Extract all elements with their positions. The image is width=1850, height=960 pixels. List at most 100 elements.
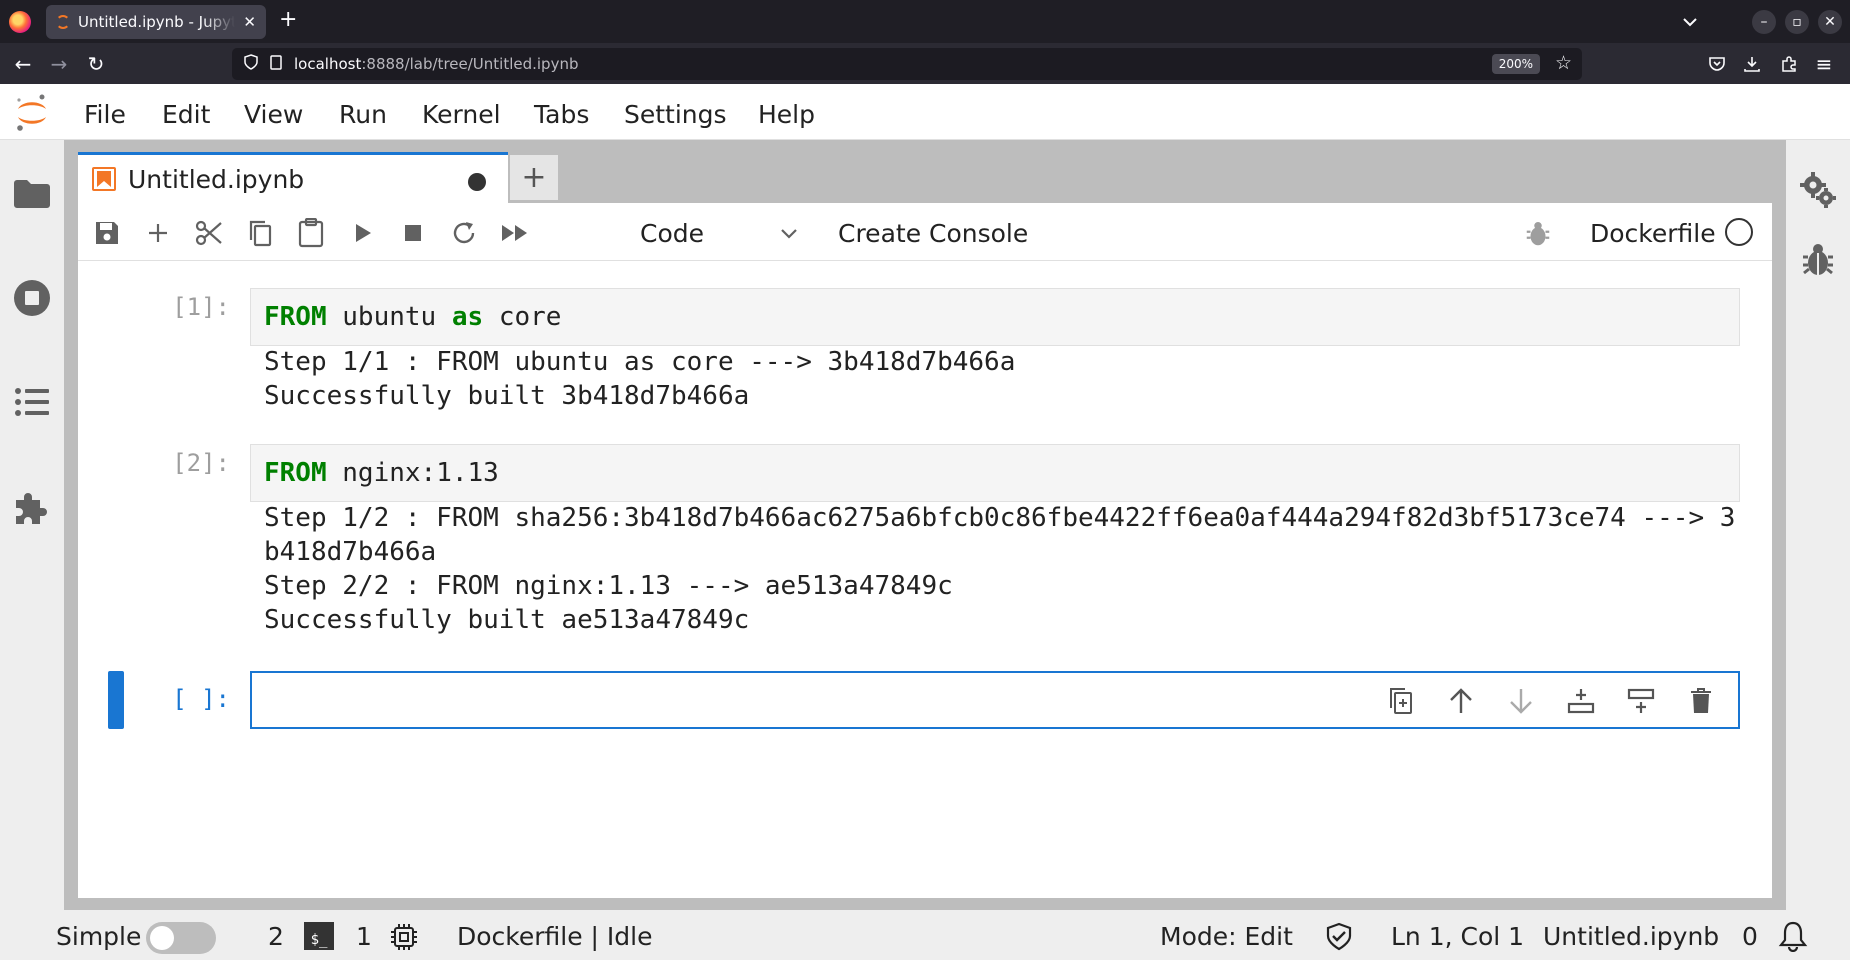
close-window-icon[interactable]: ✕: [1818, 10, 1842, 34]
cell-1-output: Step 1/1 : FROM ubuntu as core ---> 3b41…: [264, 347, 1016, 411]
browser-tab-strip: Untitled.ipynb - JupyterLab ✕ + – ▫ ✕: [0, 0, 1850, 43]
cell-2-code-editor[interactable]: FROM nginx:1.13: [250, 444, 1740, 502]
insert-cell-below-icon[interactable]: [1624, 684, 1658, 718]
move-cell-down-arrow-icon[interactable]: [1504, 684, 1538, 718]
minimize-window-icon[interactable]: –: [1752, 10, 1776, 34]
notebook-tab-title: Untitled.ipynb: [128, 164, 305, 194]
terminal-icon[interactable]: $_: [304, 922, 334, 950]
close-tab-icon[interactable]: ✕: [243, 13, 256, 31]
new-tab-button[interactable]: +: [279, 7, 297, 32]
cell-type-dropdown[interactable]: Code: [640, 215, 800, 251]
cell-3-code-editor[interactable]: [250, 671, 1740, 729]
debugger-toggle-bug-icon[interactable]: [1526, 221, 1550, 251]
cut-scissors-icon[interactable]: [192, 216, 226, 250]
reload-icon[interactable]: ↻: [83, 51, 109, 77]
folder-icon[interactable]: [12, 174, 52, 214]
firefox-logo-icon[interactable]: [9, 11, 31, 33]
table-of-contents-icon[interactable]: [12, 382, 52, 422]
paste-clipboard-icon[interactable]: [294, 216, 328, 250]
browser-navigation-bar: ← → ↻ localhost:8888/lab/tree/Untitled.i…: [0, 43, 1850, 84]
trusted-shield-check-icon[interactable]: [1326, 922, 1352, 958]
restart-kernel-icon[interactable]: [447, 216, 481, 250]
property-inspector-gears-icon[interactable]: [1798, 170, 1838, 210]
duplicate-cell-icon[interactable]: [1384, 684, 1418, 718]
cell-1-prompt: [1]:: [172, 293, 230, 321]
menu-settings[interactable]: Settings: [624, 100, 727, 129]
extension-manager-icon[interactable]: [12, 488, 52, 528]
menu-file[interactable]: File: [84, 100, 126, 129]
back-arrow-icon[interactable]: ←: [10, 51, 36, 77]
left-sidebar: [0, 140, 64, 910]
main-dock-area: Untitled.ipynb + Code Create Console Doc…: [64, 140, 1786, 910]
delete-cell-trash-icon[interactable]: [1684, 684, 1718, 718]
restore-window-icon[interactable]: ▫: [1785, 10, 1809, 34]
browser-tab[interactable]: Untitled.ipynb - JupyterLab ✕: [46, 5, 266, 39]
save-icon[interactable]: [90, 216, 124, 250]
notebook-tab[interactable]: Untitled.ipynb: [78, 152, 508, 203]
menu-kernel[interactable]: Kernel: [422, 100, 501, 129]
cell-toolbar: [1384, 681, 1718, 721]
cell-2-code-text: nginx:1.13: [326, 458, 499, 488]
simple-mode-label: Simple: [56, 922, 142, 951]
app-menu-icon[interactable]: ≡: [1811, 51, 1837, 77]
kernel-chip-icon[interactable]: [390, 923, 418, 957]
jupyter-logo-icon[interactable]: [14, 92, 50, 134]
status-bar: Simple 2 $_ 1 Dockerfile | Idle Mode: Ed…: [0, 910, 1850, 960]
unsaved-changes-dot-icon[interactable]: [468, 173, 486, 191]
debugger-bug-icon[interactable]: [1798, 240, 1838, 280]
jupyter-favicon-icon: [56, 15, 70, 29]
cell-1-code-text-2: core: [483, 302, 562, 332]
move-cell-up-arrow-icon[interactable]: [1444, 684, 1478, 718]
cell-3-prompt: [ ]:: [172, 685, 230, 713]
url-path: :8888/lab/tree/Untitled.ipynb: [361, 55, 579, 73]
shield-icon[interactable]: [244, 54, 258, 74]
cell-1-code-text: ubuntu: [326, 302, 452, 332]
insert-cell-plus-icon[interactable]: [141, 216, 175, 250]
downloads-icon[interactable]: [1739, 51, 1765, 77]
create-console-button[interactable]: Create Console: [838, 219, 1028, 248]
jupyter-menu-bar: File Edit View Run Kernel Tabs Settings …: [0, 84, 1850, 140]
chevron-down-icon: [778, 221, 800, 250]
simple-mode-toggle[interactable]: [146, 922, 216, 954]
terminals-count[interactable]: 2: [268, 922, 284, 951]
notification-count[interactable]: 0: [1742, 922, 1758, 951]
zoom-level-badge[interactable]: 200%: [1491, 54, 1540, 74]
kernels-count[interactable]: 1: [356, 922, 372, 951]
url-bar[interactable]: localhost:8888/lab/tree/Untitled.ipynb 2…: [232, 48, 1582, 80]
kernel-name-button[interactable]: Dockerfile: [1590, 219, 1716, 248]
editor-mode-text: Mode: Edit: [1160, 922, 1293, 951]
interrupt-stop-icon[interactable]: [396, 216, 430, 250]
restart-run-all-fast-forward-icon[interactable]: [498, 216, 532, 250]
notification-bell-icon[interactable]: [1778, 920, 1808, 958]
menu-help[interactable]: Help: [758, 100, 815, 129]
new-launcher-tab-button[interactable]: +: [510, 155, 558, 200]
run-cell-play-icon[interactable]: [346, 216, 380, 250]
bookmark-star-icon[interactable]: ☆: [1555, 52, 1572, 74]
status-filename: Untitled.ipynb: [1543, 922, 1720, 951]
copy-icon[interactable]: [243, 216, 277, 250]
notebook-file-icon: [92, 167, 116, 191]
menu-view[interactable]: View: [244, 100, 303, 129]
notebook-panel: Code Create Console Dockerfile [1]: FROM…: [78, 203, 1772, 898]
cell-1-keyword-from: FROM: [264, 302, 327, 332]
menu-tabs[interactable]: Tabs: [534, 100, 589, 129]
cell-1-keyword-as: as: [451, 302, 484, 332]
running-sessions-icon[interactable]: [12, 278, 52, 318]
cursor-position-text[interactable]: Ln 1, Col 1: [1391, 922, 1524, 951]
url-host: localhost: [294, 55, 362, 73]
cell-2-keyword-from: FROM: [264, 458, 327, 488]
browser-tab-title: Untitled.ipynb - JupyterLab: [78, 13, 236, 31]
forward-arrow-icon[interactable]: →: [46, 51, 72, 77]
pocket-icon[interactable]: [1704, 51, 1730, 77]
right-sidebar: [1786, 140, 1850, 910]
cell-1-code-editor[interactable]: FROM ubuntu as core: [250, 288, 1740, 346]
insert-cell-above-icon[interactable]: [1564, 684, 1598, 718]
kernel-status-text[interactable]: Dockerfile | Idle: [457, 922, 653, 951]
menu-edit[interactable]: Edit: [162, 100, 210, 129]
page-info-icon[interactable]: [270, 54, 282, 74]
extensions-icon[interactable]: [1776, 51, 1802, 77]
list-all-tabs-icon[interactable]: [1678, 10, 1702, 34]
menu-run[interactable]: Run: [339, 100, 387, 129]
notebook-toolbar: Code Create Console Dockerfile: [78, 203, 1772, 261]
cell-2-prompt: [2]:: [172, 449, 230, 477]
